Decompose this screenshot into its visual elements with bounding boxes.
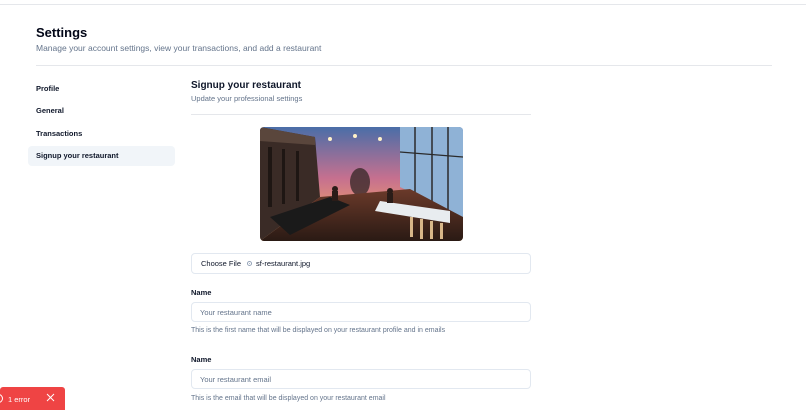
restaurant-email-label: Name bbox=[191, 355, 212, 364]
restaurant-email-help: This is the email that will be displayed… bbox=[191, 395, 386, 402]
restaurant-name-help: This is the first name that will be disp… bbox=[191, 327, 446, 334]
restaurant-email-input[interactable] bbox=[191, 369, 531, 389]
page-title: Settings bbox=[36, 25, 88, 40]
sidebar-item-signup-restaurant[interactable]: Signup your restaurant bbox=[28, 145, 175, 166]
error-count: 1 error bbox=[8, 395, 31, 404]
section-title: Signup your restaurant bbox=[191, 80, 302, 91]
file-status-icon bbox=[247, 261, 253, 266]
section-subtitle: Update your professional settings bbox=[191, 94, 303, 103]
file-upload-input[interactable]: Choose File sf-restaurant.jpg bbox=[191, 253, 531, 274]
close-icon[interactable] bbox=[46, 393, 55, 402]
sidebar-item-label: Signup your restaurant bbox=[36, 151, 119, 160]
choose-file-button[interactable]: Choose File bbox=[201, 259, 241, 268]
error-toast[interactable]: 1 error bbox=[0, 387, 65, 410]
top-border bbox=[0, 4, 806, 5]
header-divider bbox=[36, 65, 772, 66]
settings-sidebar: Profile General Transactions Signup your… bbox=[28, 78, 175, 168]
page-subtitle: Manage your account settings, view your … bbox=[36, 43, 322, 53]
sidebar-item-profile[interactable]: Profile bbox=[28, 78, 175, 98]
restaurant-photo bbox=[260, 127, 463, 241]
sidebar-item-label: Transactions bbox=[36, 128, 83, 138]
section-divider bbox=[191, 114, 531, 115]
sidebar-item-label: Profile bbox=[36, 83, 60, 93]
error-icon bbox=[0, 394, 3, 403]
restaurant-name-label: Name bbox=[191, 288, 212, 297]
sidebar-item-general[interactable]: General bbox=[28, 101, 175, 121]
sidebar-item-transactions[interactable]: Transactions bbox=[28, 123, 175, 143]
selected-file-name: sf-restaurant.jpg bbox=[256, 259, 311, 268]
restaurant-name-input[interactable] bbox=[191, 302, 531, 322]
sidebar-item-label: General bbox=[36, 106, 64, 115]
